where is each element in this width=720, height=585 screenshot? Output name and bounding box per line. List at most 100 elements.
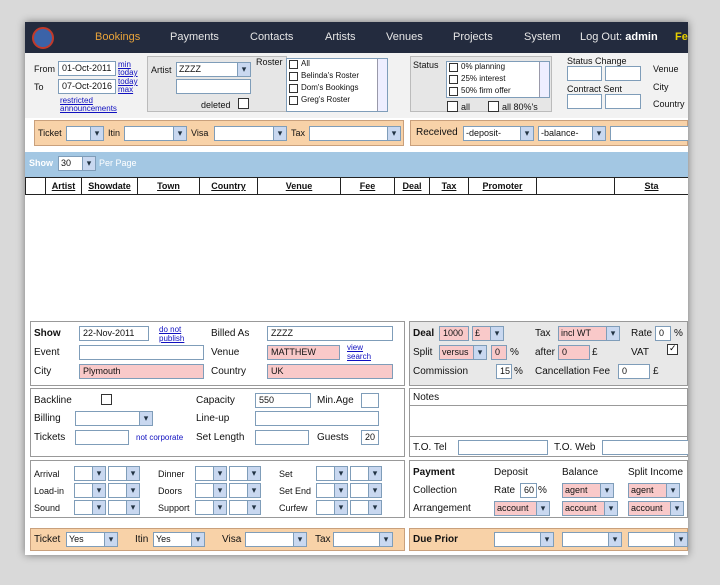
roster-item[interactable]: Dom's Bookings bbox=[287, 83, 387, 95]
balance-select[interactable]: -balance- bbox=[538, 126, 606, 141]
visa-filter-select[interactable] bbox=[214, 126, 287, 141]
tickets-input[interactable] bbox=[75, 430, 129, 445]
status-change-from[interactable] bbox=[567, 66, 602, 81]
set-length-input[interactable] bbox=[255, 430, 309, 445]
after-input[interactable]: 0 bbox=[558, 345, 590, 360]
nav-venues[interactable]: Venues bbox=[386, 31, 423, 43]
billing-select[interactable] bbox=[75, 411, 153, 426]
nav-payments[interactable]: Payments bbox=[170, 31, 219, 43]
nav-cut-item[interactable]: Fe bbox=[675, 31, 688, 43]
arrival-hour[interactable] bbox=[74, 466, 106, 481]
balance-arrangement-select[interactable]: account bbox=[562, 501, 618, 516]
commission-input[interactable]: 15 bbox=[496, 364, 512, 379]
contract-sent-from[interactable] bbox=[567, 94, 602, 109]
guests-input[interactable]: 20 bbox=[361, 430, 379, 445]
status-item[interactable]: 25% interest bbox=[447, 74, 549, 86]
set-minute[interactable] bbox=[350, 466, 382, 481]
curfew-hour[interactable] bbox=[316, 500, 348, 515]
venue-input[interactable]: MATTHEW bbox=[267, 345, 340, 360]
notes-textarea[interactable] bbox=[410, 405, 688, 437]
rate-input[interactable]: 60 bbox=[520, 483, 537, 498]
column-header[interactable]: Sta bbox=[614, 177, 688, 195]
received-extra-input[interactable] bbox=[610, 126, 688, 141]
artist-search-input[interactable] bbox=[176, 79, 251, 94]
lineup-input[interactable] bbox=[255, 411, 379, 426]
app-logo[interactable] bbox=[32, 27, 54, 49]
ticket-filter-select[interactable] bbox=[66, 126, 104, 141]
max-link[interactable]: max bbox=[118, 85, 133, 94]
roster-item[interactable]: Belinda's Roster bbox=[287, 71, 387, 83]
rate-input[interactable]: 0 bbox=[655, 326, 671, 341]
arrival-minute[interactable] bbox=[108, 466, 140, 481]
column-header[interactable]: Deal bbox=[394, 177, 430, 195]
deposit-due-select[interactable] bbox=[494, 532, 554, 547]
itin-select[interactable]: Yes bbox=[153, 532, 205, 547]
dinner-hour[interactable] bbox=[195, 466, 227, 481]
today-link-from[interactable]: today bbox=[118, 68, 138, 77]
contract-sent-to[interactable] bbox=[605, 94, 641, 109]
roster-list[interactable]: All Belinda's Roster Dom's Bookings Greg… bbox=[286, 58, 388, 112]
per-page-select[interactable]: 30 bbox=[58, 156, 96, 171]
set-end-minute[interactable] bbox=[350, 483, 382, 498]
from-date-input[interactable]: 01-Oct-2011 bbox=[58, 61, 116, 76]
column-header[interactable]: Promoter bbox=[468, 177, 537, 195]
status-scrollbar[interactable] bbox=[539, 62, 549, 97]
column-header[interactable]: Country bbox=[199, 177, 258, 195]
status-item[interactable]: 50% firm offer bbox=[447, 86, 549, 97]
ticket-select[interactable]: Yes bbox=[66, 532, 118, 547]
tax-select[interactable]: incl WT bbox=[558, 326, 620, 341]
event-input[interactable] bbox=[79, 345, 204, 360]
nav-contacts[interactable]: Contacts bbox=[250, 31, 293, 43]
capacity-input[interactable]: 550 bbox=[255, 393, 311, 408]
balance-due-select[interactable] bbox=[562, 532, 622, 547]
billed-as-input[interactable]: ZZZZ bbox=[267, 326, 393, 341]
deposit-select[interactable]: -deposit- bbox=[463, 126, 534, 141]
all80-checkbox[interactable] bbox=[488, 101, 499, 112]
nav-bookings[interactable]: Bookings bbox=[95, 31, 140, 43]
column-header[interactable]: Showdate bbox=[81, 177, 138, 195]
deposit-arrangement-select[interactable]: account bbox=[494, 501, 550, 516]
status-list[interactable]: 0% planning 25% interest 50% firm offer bbox=[446, 61, 550, 98]
sound-hour[interactable] bbox=[74, 500, 106, 515]
cancellation-fee-input[interactable]: 0 bbox=[618, 364, 650, 379]
country-input[interactable]: UK bbox=[267, 364, 393, 379]
curfew-minute[interactable] bbox=[350, 500, 382, 515]
venue-search-link[interactable]: view search bbox=[347, 343, 371, 361]
deal-amount-input[interactable]: 1000 bbox=[439, 326, 469, 341]
backline-checkbox[interactable] bbox=[101, 394, 112, 405]
deleted-checkbox[interactable] bbox=[238, 98, 249, 109]
nav-projects[interactable]: Projects bbox=[453, 31, 493, 43]
column-header[interactable]: Fee bbox=[340, 177, 395, 195]
tax-select-footer[interactable] bbox=[333, 532, 393, 547]
not-corporate-link[interactable]: not corporate bbox=[136, 433, 183, 442]
currency-select[interactable]: £ bbox=[472, 326, 504, 341]
roster-scrollbar[interactable] bbox=[377, 59, 387, 111]
split-due-select[interactable] bbox=[628, 532, 688, 547]
set-end-hour[interactable] bbox=[316, 483, 348, 498]
show-date-input[interactable]: 22-Nov-2011 bbox=[79, 326, 149, 341]
do-not-publish-link[interactable]: do not publish bbox=[159, 325, 184, 343]
city-input[interactable]: Plymouth bbox=[79, 364, 204, 379]
column-header[interactable]: Tax bbox=[429, 177, 469, 195]
status-item[interactable]: 0% planning bbox=[447, 62, 549, 74]
support-minute[interactable] bbox=[229, 500, 261, 515]
to-date-input[interactable]: 07-Oct-2016 bbox=[58, 79, 116, 94]
logout-link[interactable]: Log Out: admin bbox=[580, 31, 658, 43]
itin-filter-select[interactable] bbox=[124, 126, 187, 141]
column-header[interactable]: Venue bbox=[257, 177, 341, 195]
split-collection-select[interactable]: agent bbox=[628, 483, 680, 498]
split-input[interactable]: 0 bbox=[491, 345, 507, 360]
support-hour[interactable] bbox=[195, 500, 227, 515]
nav-system[interactable]: System bbox=[524, 31, 561, 43]
sound-minute[interactable] bbox=[108, 500, 140, 515]
roster-item[interactable]: All bbox=[287, 59, 387, 71]
loadin-minute[interactable] bbox=[108, 483, 140, 498]
dinner-minute[interactable] bbox=[229, 466, 261, 481]
status-change-to[interactable] bbox=[605, 66, 641, 81]
to-web-input[interactable] bbox=[602, 440, 688, 455]
artist-select[interactable]: ZZZZ bbox=[176, 62, 251, 77]
roster-item[interactable]: Greg's Roster bbox=[287, 95, 387, 107]
min-age-input[interactable] bbox=[361, 393, 379, 408]
column-header[interactable]: Artist bbox=[45, 177, 82, 195]
loadin-hour[interactable] bbox=[74, 483, 106, 498]
